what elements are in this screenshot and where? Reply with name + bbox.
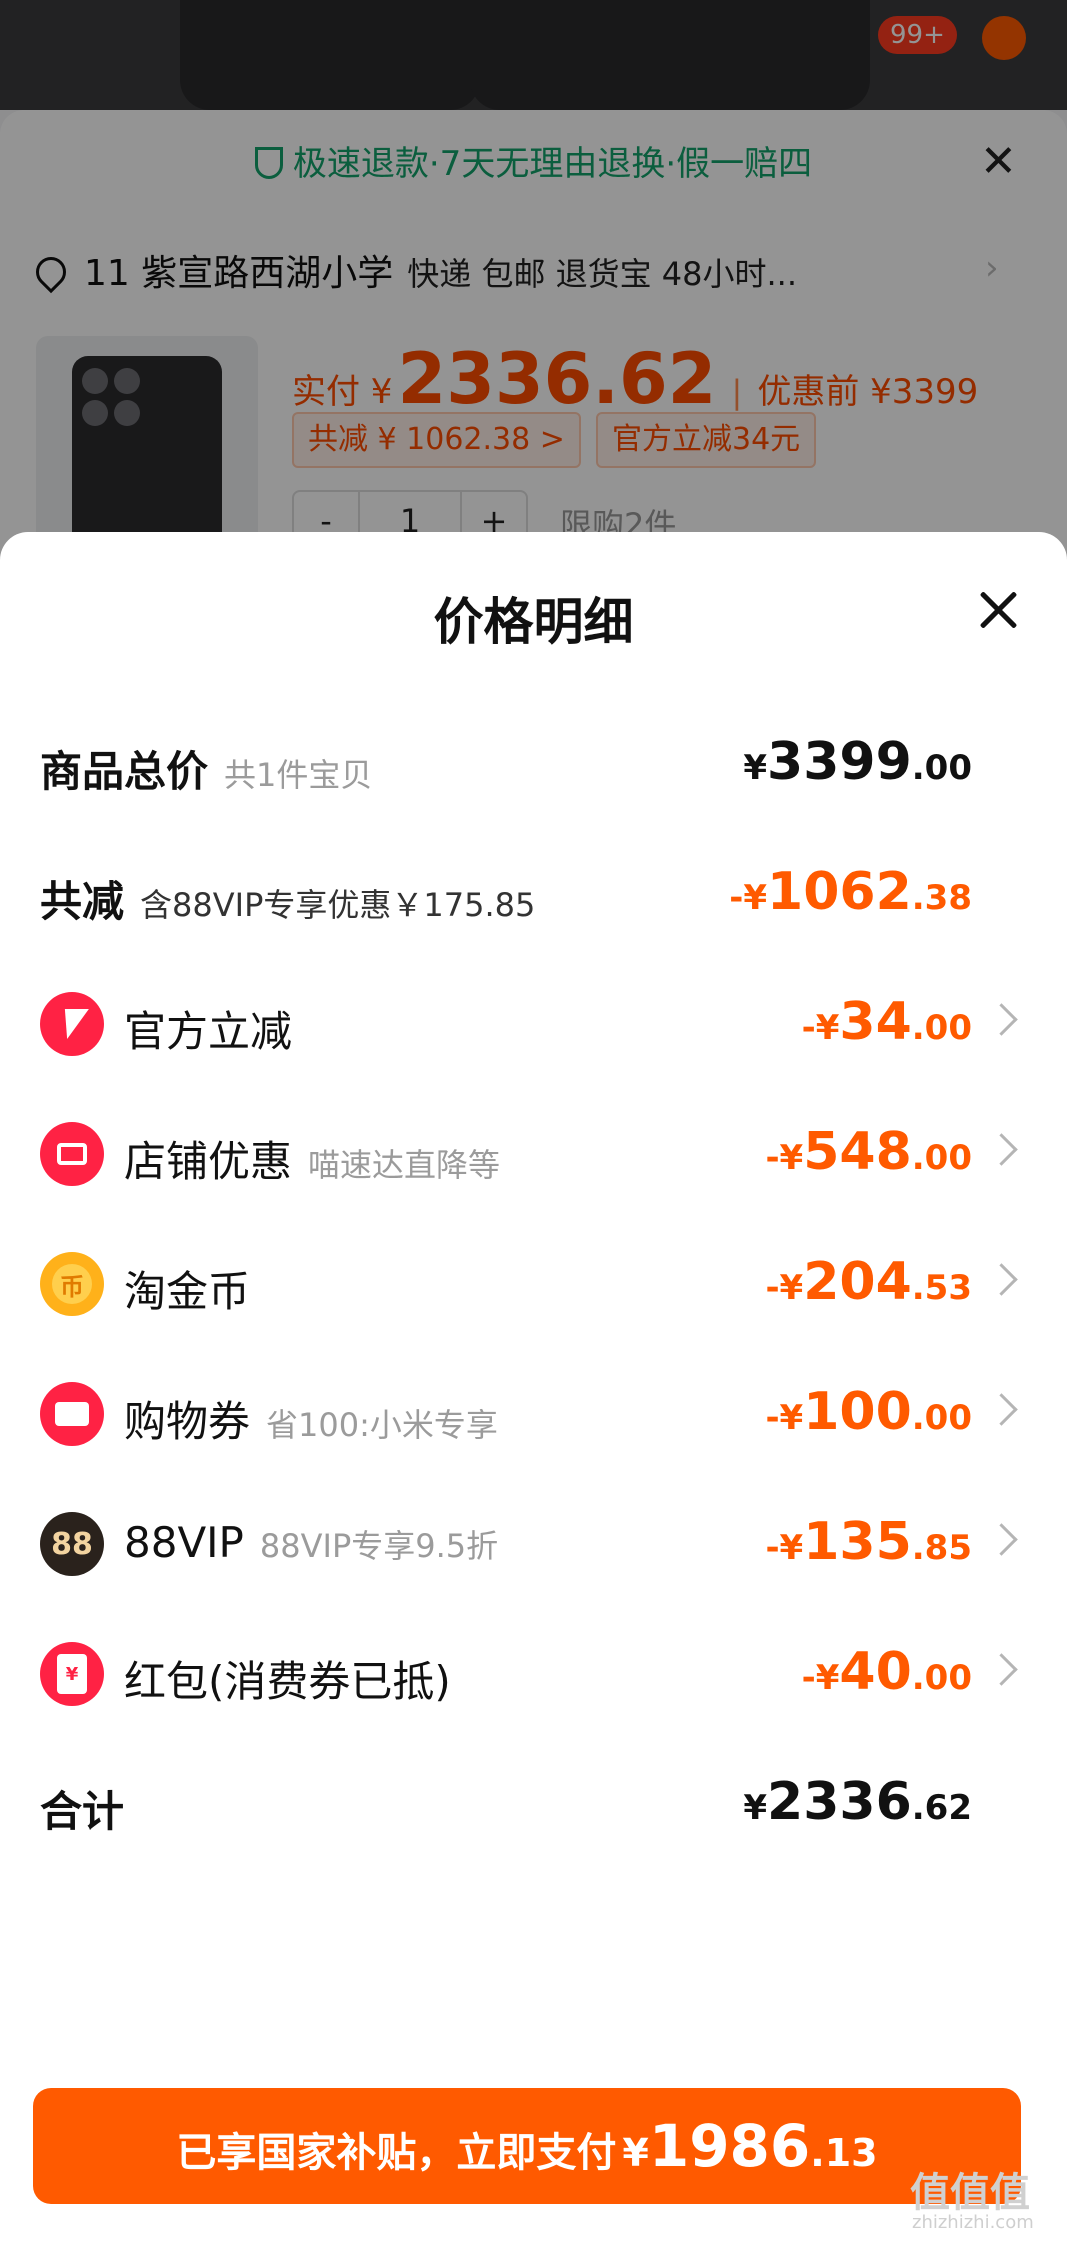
coupon-note: 省100:小米专享 (266, 1406, 498, 1444)
watermark-logo: 值值值 (910, 2170, 1030, 2216)
background-page: 99+ 极速退款·7天无理由退换·假一赔四 ✕ 11 紫宣路西湖小学 快递 包邮 … (0, 0, 1067, 560)
official-discount-row[interactable]: 官方立减 -¥34.00 (0, 972, 1067, 1072)
store-icon (40, 1122, 104, 1186)
coupon-label: 购物券 省100:小米专享 (124, 1397, 498, 1446)
taojinbi-label: 淘金币 (124, 1267, 251, 1316)
goods-count: 共1件宝贝 (224, 756, 373, 794)
chevron-right-icon (985, 1003, 1018, 1036)
red-envelope-icon: ¥ (40, 1642, 104, 1706)
official-discount-amount: -¥34.00 (801, 992, 972, 1052)
pay-amount-integer: 1986 (648, 2112, 811, 2180)
modal-overlay[interactable] (0, 0, 1067, 560)
sum-row: 合计 ¥2336.62 (0, 1752, 1067, 1852)
sheet-title: 价格明细 (433, 593, 634, 651)
vip-note: 88VIP专享9.5折 (259, 1527, 499, 1565)
chevron-right-icon (985, 1393, 1018, 1426)
ticket-icon (40, 1382, 104, 1446)
store-discount-label: 店铺优惠 喵速达直降等 (124, 1137, 501, 1186)
chevron-right-icon (985, 1263, 1018, 1296)
chevron-right-icon (985, 1653, 1018, 1686)
red-packet-amount: -¥40.00 (801, 1642, 972, 1702)
store-discount-note: 喵速达直降等 (308, 1146, 501, 1184)
price-detail-sheet: 价格明细 商品总价 共1件宝贝 ¥3399.00 共减 含88VIP专享优惠￥175… (0, 532, 1067, 2249)
taojinbi-amount: -¥204.53 (765, 1252, 972, 1312)
lightning-icon (40, 992, 104, 1056)
vip-row[interactable]: 88 88VIP 88VIP专享9.5折 -¥135.85 (0, 1492, 1067, 1592)
goods-total-row: 商品总价 共1件宝贝 ¥3399.00 (0, 712, 1067, 812)
taojinbi-row[interactable]: 币 淘金币 -¥204.53 (0, 1232, 1067, 1332)
red-packet-label: 红包(消费券已抵) (124, 1657, 451, 1706)
coupon-row[interactable]: 购物券 省100:小米专享 -¥100.00 (0, 1362, 1067, 1462)
sum-label: 合计 (40, 1787, 125, 1836)
sum-amount: ¥2336.62 (743, 1772, 972, 1832)
store-discount-amount: -¥548.00 (765, 1122, 972, 1182)
pay-amount-decimal: .13 (810, 2131, 878, 2175)
chevron-right-icon (985, 1133, 1018, 1166)
watermark-url: zhizhizhi.com (912, 2212, 1034, 2233)
store-discount-row[interactable]: 店铺优惠 喵速达直降等 -¥548.00 (0, 1102, 1067, 1202)
coupon-amount: -¥100.00 (765, 1382, 972, 1442)
goods-total-label: 商品总价 共1件宝贝 (40, 747, 373, 796)
close-icon[interactable] (972, 584, 1024, 636)
vip-label: 88VIP 88VIP专享9.5折 (124, 1518, 499, 1567)
pay-currency: ¥ (622, 2131, 649, 2175)
total-discount-label: 共减 含88VIP专享优惠￥175.85 (40, 877, 536, 926)
total-discount-row: 共减 含88VIP专享优惠￥175.85 -¥1062.38 (0, 842, 1067, 942)
official-discount-label: 官方立减 (124, 1007, 293, 1056)
chevron-right-icon (985, 1523, 1018, 1556)
goods-total-amount: ¥3399.00 (743, 732, 972, 792)
88vip-icon: 88 (40, 1512, 104, 1576)
pay-button-text: 已享国家补贴，立即支付 (176, 2130, 617, 2176)
total-discount-amount: -¥1062.38 (729, 862, 972, 922)
vip-amount: -¥135.85 (765, 1512, 972, 1572)
pay-now-button[interactable]: 已享国家补贴，立即支付 ¥1986.13 (33, 2088, 1021, 2204)
red-packet-row[interactable]: ¥ 红包(消费券已抵) -¥40.00 (0, 1622, 1067, 1722)
vip-discount-note: 含88VIP专享优惠￥175.85 (140, 886, 536, 924)
coin-icon: 币 (40, 1252, 104, 1316)
